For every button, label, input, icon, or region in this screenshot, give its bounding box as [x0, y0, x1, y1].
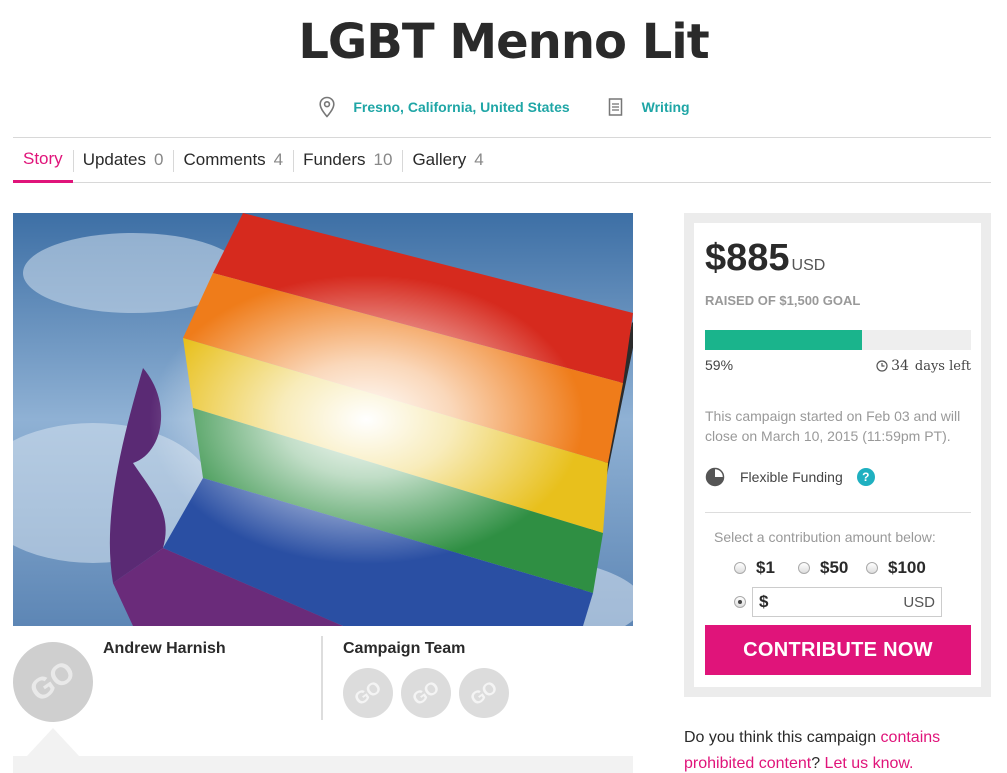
- radio-button-custom[interactable]: [734, 596, 746, 608]
- team-avatar[interactable]: GO: [459, 668, 509, 718]
- team-avatar-text: GO: [466, 676, 501, 709]
- days-number: 34: [891, 358, 909, 374]
- tab-label: Gallery: [412, 150, 467, 169]
- report-text: Do you think this campaign: [684, 729, 881, 746]
- amount-option-100[interactable]: $100: [866, 558, 926, 578]
- rainbow-flag-image: [13, 213, 633, 626]
- campaign-meta: Fresno, California, United States Writin…: [0, 96, 1007, 118]
- goal-text: RAISED OF $1,500 GOAL: [705, 293, 861, 308]
- option-label: $50: [820, 558, 849, 577]
- option-label: $100: [888, 558, 926, 577]
- funding-type: Flexible Funding ?: [705, 467, 875, 487]
- clock-icon: [876, 360, 888, 372]
- campaign-tabs: Story Updates 0 Comments 4 Funders 10 Ga…: [13, 137, 991, 183]
- tab-label: Comments: [183, 150, 266, 169]
- team-avatar[interactable]: GO: [343, 668, 393, 718]
- category-item: Writing: [570, 98, 690, 116]
- tab-count: 0: [154, 150, 164, 169]
- team-avatar-text: GO: [408, 676, 443, 709]
- owner-avatar[interactable]: GO: [0, 626, 109, 738]
- tab-count: 10: [373, 150, 393, 169]
- funding-panel: $885 USD RAISED OF $1,500 GOAL 59% 34 day…: [684, 213, 991, 697]
- campaign-title: LGBT Menno Lit: [298, 14, 709, 70]
- let-us-know-link[interactable]: Let us know.: [825, 755, 914, 772]
- tab-comments[interactable]: Comments 4: [173, 138, 293, 182]
- dollar-prefix: $: [759, 592, 769, 611]
- tab-count: 4: [273, 150, 284, 169]
- team-avatar-text: GO: [350, 676, 385, 709]
- option-label: $1: [756, 558, 775, 577]
- amount-raised: $885 USD: [705, 237, 825, 280]
- content-strip: [13, 756, 633, 773]
- radio-button[interactable]: [734, 562, 746, 574]
- campaign-team-label: Campaign Team: [343, 640, 466, 657]
- funding-card: $885 USD RAISED OF $1,500 GOAL 59% 34 day…: [694, 223, 981, 687]
- tab-label: Story: [23, 149, 63, 168]
- tab-count: 4: [474, 150, 484, 169]
- campaign-dates: This campaign started on Feb 03 and will…: [705, 408, 961, 444]
- radio-button[interactable]: [798, 562, 810, 574]
- amount-currency: USD: [791, 257, 826, 274]
- report-notice: Do you think this campaign contains proh…: [684, 725, 984, 773]
- tab-label: Updates: [82, 150, 147, 169]
- days-label: days left: [914, 358, 971, 374]
- pie-chart-icon: [705, 467, 725, 487]
- amount-value: $885: [705, 237, 790, 279]
- team-avatar[interactable]: GO: [401, 668, 451, 718]
- category-link[interactable]: Writing: [642, 99, 690, 115]
- funding-type-label: Flexible Funding: [740, 469, 843, 485]
- percent-label: 59%: [705, 357, 734, 373]
- amount-option-1[interactable]: $1: [734, 558, 775, 578]
- location-pin-icon: [319, 96, 335, 118]
- custom-amount-input[interactable]: $ USD: [752, 587, 942, 617]
- amount-option-50[interactable]: $50: [798, 558, 848, 578]
- campaign-image: [13, 213, 633, 626]
- tab-updates[interactable]: Updates 0: [72, 138, 174, 182]
- progress-fill: [705, 330, 862, 350]
- tab-gallery[interactable]: Gallery 4: [402, 138, 493, 182]
- days-left: 34 days left: [876, 358, 971, 374]
- owner-divider: [321, 636, 323, 720]
- custom-amount: $ USD: [734, 587, 942, 617]
- contribution-prompt: Select a contribution amount below:: [714, 529, 936, 545]
- tab-story[interactable]: Story: [13, 139, 73, 183]
- radio-button[interactable]: [866, 562, 878, 574]
- report-mid: ?: [811, 755, 825, 772]
- contribute-button[interactable]: CONTRIBUTE NOW: [705, 625, 971, 675]
- progress-bar: [705, 330, 971, 350]
- location-item: Fresno, California, United States: [317, 96, 570, 118]
- tab-funders[interactable]: Funders 10: [293, 138, 402, 182]
- currency-suffix: USD: [903, 593, 935, 611]
- question-icon[interactable]: ?: [856, 468, 875, 486]
- owner-section: GO Andrew Harnish Campaign Team GO GO GO: [0, 626, 633, 773]
- pointer-notch: [27, 728, 79, 756]
- panel-divider: [705, 512, 971, 513]
- document-icon: [608, 98, 622, 116]
- tab-label: Funders: [303, 150, 366, 169]
- owner-name[interactable]: Andrew Harnish: [103, 640, 226, 658]
- location-link[interactable]: Fresno, California, United States: [353, 99, 569, 115]
